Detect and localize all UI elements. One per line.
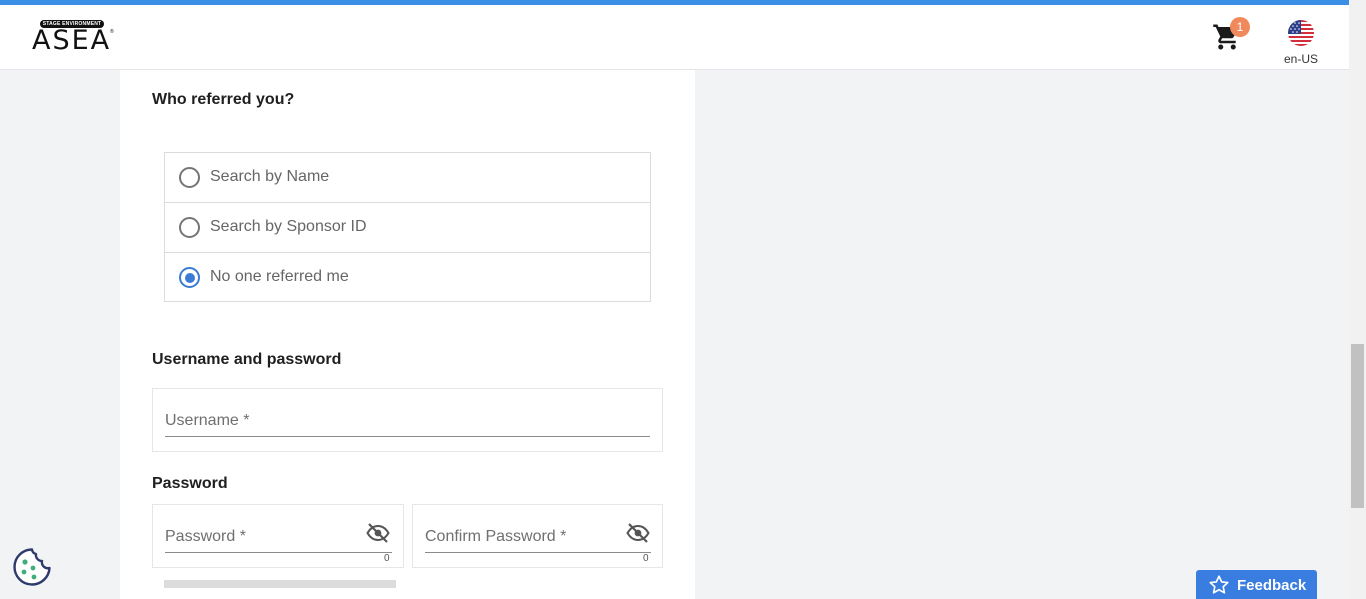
password-placeholder: Password * [165,528,246,545]
referral-options: Search by Name Search by Sponsor ID No o… [164,152,651,302]
password-section-title: Password [152,475,228,492]
radio-search-by-name[interactable]: Search by Name [165,153,650,203]
logo-wordmark: ASEA [32,25,112,56]
credentials-section-title: Username and password [152,351,342,368]
radio-no-one-referred-me[interactable]: No one referred me [165,252,650,302]
password-strength-bar [164,580,396,588]
eye-off-icon[interactable] [366,523,390,543]
password-underline [165,552,392,553]
radio-label: Search by Sponsor ID [210,218,367,235]
radio-search-by-sponsor-id[interactable]: Search by Sponsor ID [165,202,650,252]
asea-logo[interactable]: STAGE ENVIRONMENT ASEA ® [32,19,114,59]
language-selector[interactable]: en-US [1280,20,1322,68]
radio-label: Search by Name [210,168,330,185]
feedback-label: Feedback [1237,577,1307,594]
password-char-counter: 0 [384,553,390,564]
eye-off-icon[interactable] [626,523,650,543]
radio-button[interactable] [179,167,200,188]
username-field[interactable]: Username * [152,388,663,452]
password-field[interactable]: Password * 0 [152,504,404,568]
scrollbar-thumb[interactable] [1351,344,1364,508]
star-icon [1208,574,1230,596]
referral-section-title: Who referred you? [152,91,295,108]
language-label: en-US [1283,52,1318,66]
confirm-password-placeholder: Confirm Password * [425,528,567,545]
site-header: STAGE ENVIRONMENT ASEA ® [0,5,1349,70]
us-flag-icon [1288,20,1314,46]
logo-trademark: ® [110,29,114,35]
feedback-button[interactable]: Feedback [1196,570,1317,599]
username-underline [165,436,650,437]
cookie-icon[interactable] [12,547,52,587]
radio-label: No one referred me [210,268,349,285]
page-scrollbar[interactable] [1349,0,1366,599]
cart-count-badge: 1 [1230,17,1250,37]
confirm-password-underline [425,552,651,553]
radio-button[interactable] [179,217,200,238]
confirm-password-char-counter: 0 [643,553,649,564]
radio-button-selected[interactable] [179,267,200,288]
confirm-password-field[interactable]: Confirm Password * 0 [412,504,663,568]
username-placeholder: Username * [165,412,250,429]
